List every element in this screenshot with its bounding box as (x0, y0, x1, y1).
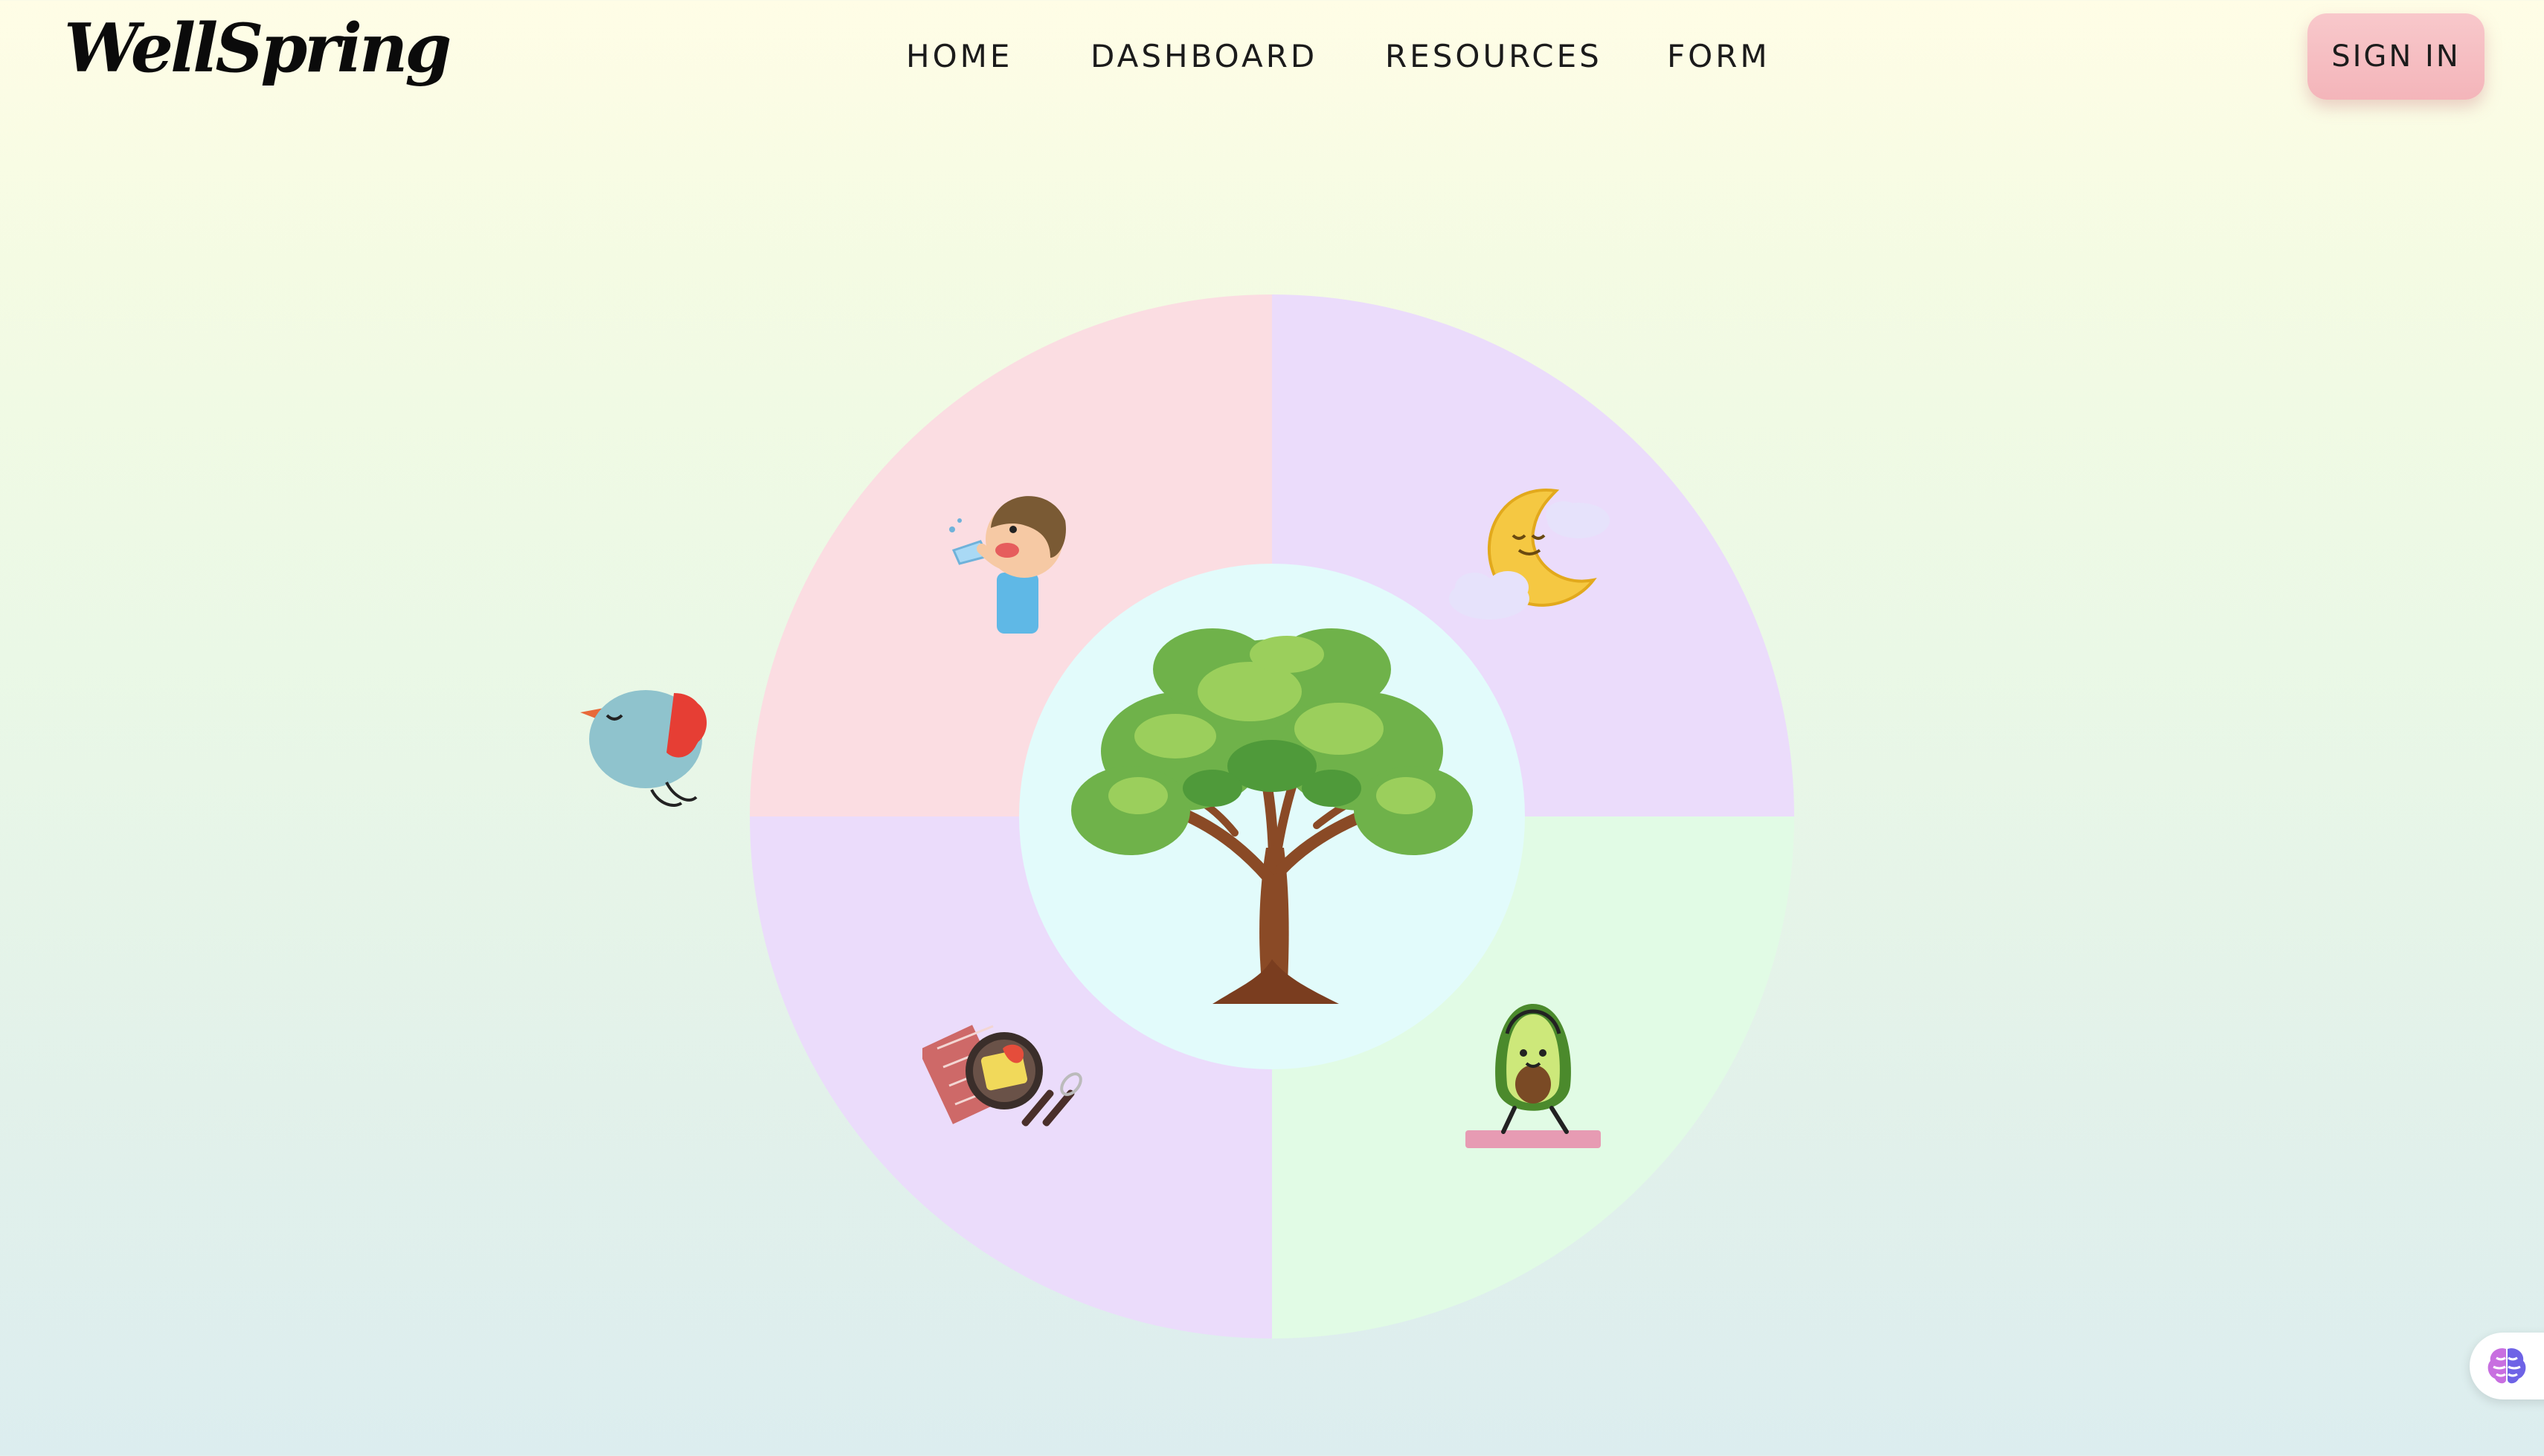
wellness-wheel-area (0, 0, 2544, 1456)
avocado-yoga-icon[interactable] (1462, 996, 1604, 1157)
tree-icon (1064, 610, 1480, 1011)
assistant-button[interactable] (2470, 1333, 2544, 1399)
boy-drinking-water-icon[interactable] (939, 476, 1088, 640)
brain-icon (2486, 1346, 2528, 1389)
bird-icon[interactable] (577, 678, 723, 812)
page: WellSpring HOME DASHBOARD RESOURCES FORM… (0, 0, 2544, 1456)
moon-clouds-icon[interactable] (1445, 476, 1623, 632)
meal-plate-icon[interactable] (922, 1004, 1086, 1145)
